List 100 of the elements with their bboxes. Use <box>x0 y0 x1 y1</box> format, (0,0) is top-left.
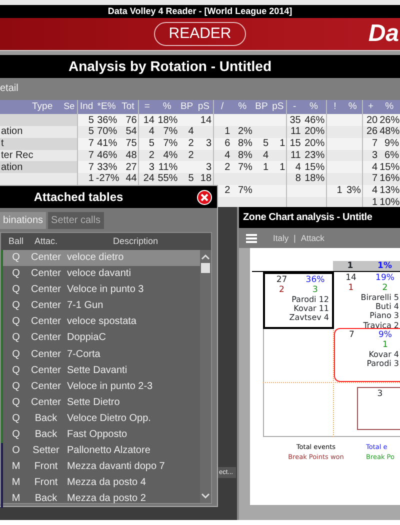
table-cell: 7% <box>231 161 254 173</box>
table-cell: 7% <box>231 184 254 196</box>
column-header[interactable]: % <box>343 100 362 114</box>
column-header[interactable]: / <box>213 100 232 114</box>
column-header[interactable]: BP <box>253 100 270 114</box>
table-cell-text: 7-Corta <box>66 348 102 362</box>
analysis-title: Analysis by Rotation - Untitled <box>0 55 400 78</box>
table-cell: 4 <box>286 161 302 173</box>
list-row[interactable]: Q Back Veloce Dietro Opp. <box>1 410 201 428</box>
list-row[interactable]: Q Center Veloce in punto 2-3 <box>1 378 201 395</box>
table-cell-text: Center <box>30 331 62 346</box>
column-header[interactable]: % <box>302 100 326 114</box>
table-cell-text: Mezza da posto 4 <box>66 476 147 490</box>
table-cell: 4 <box>178 126 195 138</box>
player-count: Travica 2 <box>362 320 400 330</box>
table-cell: 76 <box>118 114 138 126</box>
table-cell: 11 <box>286 126 302 138</box>
list-row[interactable]: Q Center Veloce in punto 3 <box>1 282 201 298</box>
column-header[interactable]: Description <box>113 236 158 246</box>
table-cell-text: Q <box>11 428 21 442</box>
table-cell: 14 <box>138 114 156 126</box>
table-cell: 7% <box>155 138 179 150</box>
player-count: Parodi 12 <box>290 295 330 304</box>
table-cell: 1 <box>78 173 95 185</box>
table-cell: -27% <box>94 173 118 185</box>
table-cell: 8% <box>231 138 254 150</box>
column-header[interactable]: pS <box>194 100 214 114</box>
table-cell-text: Q <box>11 267 21 282</box>
table-cell-text: Front <box>33 476 59 490</box>
table-cell-text: veloce spostata <box>66 315 138 330</box>
player-count: Parodi 3 <box>366 359 400 368</box>
table-cell: 54 <box>118 126 138 138</box>
table-cell-text: Center <box>30 299 62 314</box>
table-cell-text: Center <box>30 251 62 265</box>
column-header[interactable]: Attac. <box>34 236 58 246</box>
table-cell-text: Veloce in punto 2-3 <box>66 380 154 394</box>
table-cell: 1 <box>253 161 270 173</box>
column-header[interactable]: pS <box>270 100 287 114</box>
column-header[interactable]: % <box>155 100 179 114</box>
column-header[interactable]: + <box>362 100 379 114</box>
tab[interactable]: binations <box>0 212 46 229</box>
list-row[interactable]: Q Center Sette Davanti <box>1 362 201 379</box>
table-cell-text: Back <box>34 412 58 426</box>
list-row[interactable]: O Setter Pallonetto Alzatore <box>1 443 201 460</box>
list-row[interactable]: M Back Mezza da posto 2 <box>1 491 201 508</box>
table-cell: 35 <box>286 114 302 126</box>
list-row[interactable]: Q Center 7-Corta <box>1 346 201 363</box>
table-cell-text: O <box>11 444 21 458</box>
column-header[interactable]: % <box>231 100 254 114</box>
list-row[interactable]: Q Center DoppiaC <box>1 330 201 347</box>
break-points-percent: 2 <box>381 283 389 293</box>
column-header[interactable]: Se <box>62 100 78 114</box>
column-header[interactable]: - <box>286 100 302 114</box>
list-row[interactable]: Q Center 7-1 Gun <box>1 298 201 314</box>
list-row[interactable]: Q Back Fast Opposto <box>1 427 201 444</box>
column-percent: 1% <box>376 261 393 271</box>
list-row[interactable]: Q Center Sette Dietro <box>1 394 201 411</box>
window-title: Zone Chart analysis - Untitle <box>239 207 400 228</box>
table-cell: 55% <box>155 173 179 185</box>
column-header[interactable]: Tot <box>118 100 138 114</box>
column-header[interactable]: Ind <box>78 100 95 114</box>
scroll-up-icon[interactable] <box>201 254 210 260</box>
tab-label[interactable]: etail <box>0 83 18 94</box>
table-cell-text: Q <box>11 299 21 314</box>
table-cell: 36% <box>94 114 118 126</box>
table-cell: 11% <box>155 161 179 173</box>
list-row[interactable]: M Front Mezza da posto 4 <box>1 475 201 492</box>
table-cell: 8% <box>231 150 254 162</box>
scrollbar-thumb[interactable] <box>201 263 210 273</box>
table-cell-text: Veloce in punto 3 <box>66 283 145 298</box>
table-cell-text: Front <box>33 460 59 474</box>
table-cell: 20% <box>302 126 326 138</box>
column-header[interactable]: Type <box>0 100 63 114</box>
column-header[interactable]: Ball <box>8 236 24 246</box>
column-header[interactable]: = <box>138 100 156 114</box>
table-cell: 70% <box>94 126 118 138</box>
close-icon[interactable] <box>197 190 212 205</box>
table-cell-text: Center <box>30 315 62 330</box>
list-row[interactable]: Q Center veloce dietro <box>1 250 201 266</box>
table-cell-text: Veloce Dietro Opp. <box>66 412 152 426</box>
table-cell-text: veloce dietro <box>66 251 125 265</box>
column-header[interactable]: BP <box>178 100 195 114</box>
player-count: Kovar 4 <box>368 350 400 360</box>
scroll-down-icon[interactable] <box>201 493 210 499</box>
column-header[interactable]: % <box>378 100 400 114</box>
table-cell: 48% <box>378 126 400 138</box>
list-row[interactable]: Q Center veloce spostata <box>1 314 201 330</box>
table-cell-text: Q <box>11 348 21 362</box>
row-label: ter Rec <box>0 150 63 162</box>
column-header[interactable]: ! <box>326 100 344 114</box>
row-label: ation <box>0 161 63 173</box>
window-title: Attached tables <box>34 189 124 206</box>
list-row[interactable]: M Front Mezza davanti dopo 7 <box>1 459 201 476</box>
window-title: Data Volley 4 Reader - [World League 2014] <box>0 5 400 18</box>
list-row[interactable]: Q Center veloce davanti <box>1 266 201 282</box>
column-header[interactable]: *E% <box>94 100 118 114</box>
table-cell: 18% <box>302 173 326 185</box>
table-cell-text: Back <box>34 428 58 442</box>
tab[interactable]: Setter calls <box>48 212 104 229</box>
menu-icon[interactable] <box>246 234 257 242</box>
